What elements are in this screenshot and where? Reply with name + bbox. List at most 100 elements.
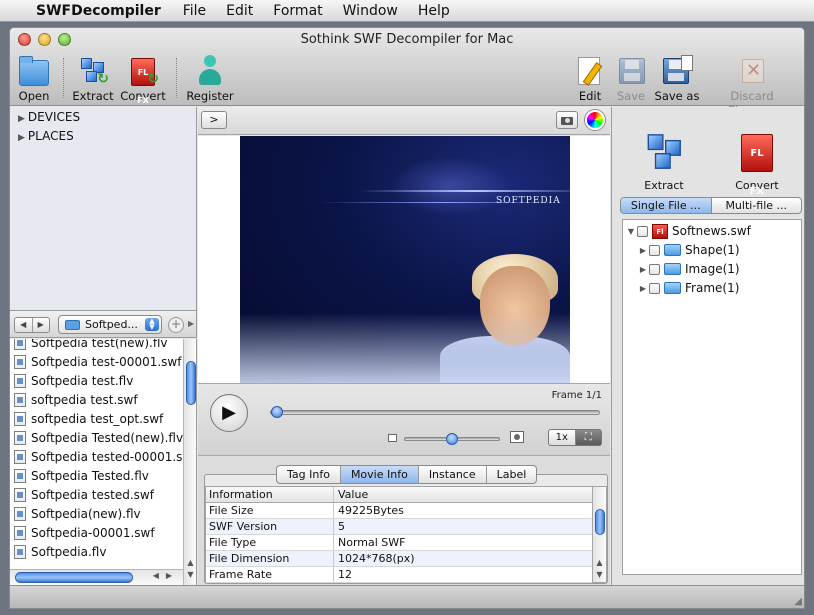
scroll-arrows-icon[interactable]: ◀▶ [153, 571, 179, 580]
tree-checkbox[interactable] [637, 225, 648, 237]
add-icon[interactable]: + [168, 317, 184, 333]
flash-file-icon: Fl [652, 223, 668, 239]
column-header-value[interactable]: Value [334, 487, 592, 502]
tree-root-item[interactable]: ▼ Fl Softnews.swf [625, 222, 751, 240]
table-row[interactable]: File Size 49225Bytes [206, 503, 592, 519]
forward-arrow-icon[interactable]: ▶ [33, 318, 50, 332]
list-item[interactable]: Softpedia tested-00001.sw [10, 447, 183, 466]
table-row[interactable]: Frame Rate 12 [206, 567, 592, 583]
source-places[interactable]: ▶ PLACES [18, 129, 74, 143]
tree-item-shape[interactable]: ▶ Shape(1) [637, 241, 740, 259]
save-button[interactable]: Save [614, 55, 648, 103]
disclosure-triangle-icon[interactable]: ▶ [637, 284, 649, 293]
zoom-knob[interactable] [446, 433, 458, 445]
scroll-arrows-icon[interactable]: ▲ ▼ [593, 557, 606, 581]
menu-app-name[interactable]: SWFDecompiler [36, 3, 161, 19]
file-icon [14, 487, 26, 502]
scale-toggle[interactable]: 1x ⛶ [548, 429, 602, 446]
register-button[interactable]: Register [186, 55, 234, 103]
file-icon [14, 392, 26, 407]
table-row[interactable]: File Dimension 1024*768(px) [206, 551, 592, 567]
tree-checkbox[interactable] [649, 282, 660, 294]
tab-multi-file[interactable]: Multi-file ... [712, 198, 802, 213]
table-row[interactable]: File Type Normal SWF [206, 535, 592, 551]
play-small-button[interactable]: > [201, 111, 227, 129]
menu-file[interactable]: File [183, 3, 206, 19]
main-window: Sothink SWF Decompiler for Mac Open ↻ Ex… [9, 27, 805, 609]
list-item[interactable]: Softpedia test(new).flv [10, 339, 183, 352]
timeline-knob[interactable] [271, 406, 283, 418]
menu-edit[interactable]: Edit [226, 3, 253, 19]
open-button[interactable]: Open [16, 55, 52, 103]
list-item[interactable]: Softpedia-00001.swf [10, 523, 183, 542]
tab-single-file[interactable]: Single File ... [621, 198, 712, 213]
toolbar-separator [176, 58, 177, 98]
location-select[interactable]: Softped... ▲ ▼ [58, 315, 162, 334]
convert-button[interactable]: FL FX↻ Convert [120, 55, 166, 105]
menu-help[interactable]: Help [418, 3, 450, 19]
menu-window[interactable]: Window [343, 3, 398, 19]
file-list-vertical-scrollbar[interactable]: ▲ ▼ [183, 339, 197, 585]
extract-big-button[interactable]: Extract [634, 131, 694, 192]
extract-cubes-icon [647, 134, 683, 172]
play-button[interactable]: ▶ [210, 394, 248, 432]
info-table-scrollbar[interactable]: ▲ ▼ [593, 486, 607, 583]
zoom-in-icon[interactable] [510, 431, 524, 443]
discard-icon [742, 59, 764, 83]
save-as-label: Save as [654, 89, 700, 103]
extract-button[interactable]: ↻ Extract [72, 55, 114, 103]
more-arrow-icon[interactable]: ▶ [188, 319, 194, 328]
zoom-slider[interactable] [404, 433, 500, 445]
zoom-out-icon[interactable] [388, 434, 397, 442]
scroll-arrows-icon[interactable]: ▲ ▼ [184, 557, 197, 581]
scroll-thumb[interactable] [595, 509, 605, 535]
tab-instance[interactable]: Instance [419, 466, 487, 483]
info-tabs: Tag Info Movie Info Instance Label [276, 465, 538, 484]
actual-size-button[interactable]: 1x [549, 430, 575, 445]
column-header-information[interactable]: Information [206, 487, 334, 502]
list-item[interactable]: Softpedia test-00001.swf [10, 352, 183, 371]
tab-movie-info[interactable]: Movie Info [340, 466, 419, 483]
tree-checkbox[interactable] [649, 244, 660, 256]
disclosure-triangle-icon[interactable]: ▶ [637, 246, 649, 255]
open-label: Open [18, 89, 50, 103]
person-icon [199, 55, 221, 87]
list-item[interactable]: Softpedia tested.swf [10, 485, 183, 504]
back-arrow-icon[interactable]: ◀ [15, 318, 33, 332]
tree-item-frame[interactable]: ▶ Frame(1) [637, 279, 739, 297]
convert-big-button[interactable]: FL FX Convert [727, 131, 787, 197]
snapshot-camera-icon[interactable] [556, 111, 578, 129]
timeline-slider[interactable] [270, 406, 600, 418]
source-devices[interactable]: ▶ DEVICES [18, 110, 80, 124]
disclosure-triangle-icon[interactable]: ▶ [18, 133, 25, 143]
resize-grip-icon[interactable]: ◢ [794, 596, 802, 607]
tab-tag-info[interactable]: Tag Info [277, 466, 341, 483]
browser-nav-bar: ◀ ▶ Softped... ▲ ▼ + ▶ [10, 310, 197, 338]
tree-checkbox[interactable] [649, 263, 660, 275]
tree-item-image[interactable]: ▶ Image(1) [637, 260, 740, 278]
table-row[interactable]: SWF Version 5 [206, 519, 592, 535]
source-list: ▶ DEVICES ▶ PLACES [10, 107, 197, 310]
disclosure-triangle-icon[interactable]: ▼ [625, 227, 637, 236]
disclosure-triangle-icon[interactable]: ▶ [18, 114, 25, 124]
edit-button[interactable]: Edit [572, 55, 608, 103]
folder-icon [664, 282, 681, 294]
tab-label[interactable]: Label [487, 466, 537, 483]
file-list-horizontal-scrollbar[interactable]: ◀▶ [10, 569, 183, 585]
save-as-button[interactable]: Save as [654, 55, 700, 103]
list-item[interactable]: softpedia test.swf [10, 390, 183, 409]
color-wheel-icon[interactable] [585, 110, 605, 130]
disclosure-triangle-icon[interactable]: ▶ [637, 265, 649, 274]
resource-tree: ▼ Fl Softnews.swf ▶ Shape(1) ▶ Image(1) … [622, 219, 802, 575]
fullscreen-icon[interactable]: ⛶ [574, 430, 601, 445]
list-item[interactable]: Softpedia Tested.flv [10, 466, 183, 485]
scroll-thumb[interactable] [15, 572, 133, 583]
list-item[interactable]: softpedia test_opt.swf [10, 409, 183, 428]
list-item[interactable]: Softpedia(new).flv [10, 504, 183, 523]
menu-format[interactable]: Format [273, 3, 322, 19]
toolbar-separator [63, 58, 64, 98]
list-item[interactable]: Softpedia test.flv [10, 371, 183, 390]
list-item[interactable]: Softpedia Tested(new).flv [10, 428, 183, 447]
list-item[interactable]: Softpedia.flv [10, 542, 183, 561]
scroll-thumb[interactable] [186, 361, 196, 405]
